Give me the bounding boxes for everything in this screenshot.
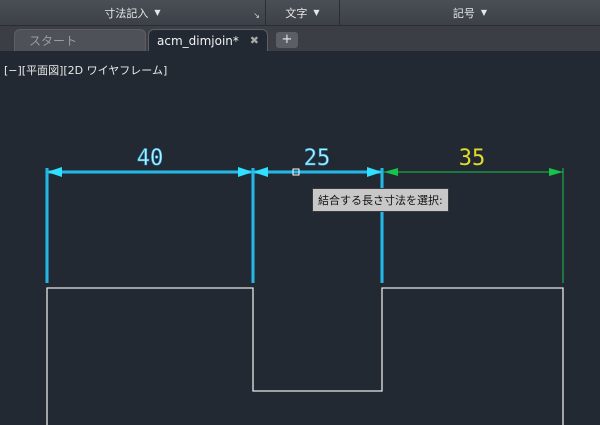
dimension-35[interactable]: 35 bbox=[382, 146, 564, 283]
drawing-canvas[interactable]: 40 25 35 bbox=[0, 0, 600, 425]
dimension-text-25: 25 bbox=[304, 146, 331, 171]
command-tooltip: 結合する長さ寸法を選択: bbox=[312, 188, 449, 212]
dimension-text-35: 35 bbox=[459, 146, 486, 171]
dimension-text-40: 40 bbox=[137, 146, 164, 171]
geometry-outline[interactable] bbox=[46, 287, 564, 425]
dimension-40[interactable]: 40 bbox=[45, 146, 253, 283]
dimension-25[interactable]: 25 bbox=[251, 146, 384, 283]
